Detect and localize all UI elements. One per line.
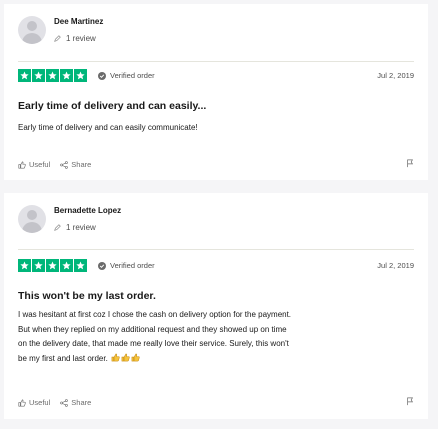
star-icon: [60, 259, 73, 272]
review-count-text: 1 review: [66, 34, 96, 43]
flag-icon[interactable]: [406, 397, 414, 408]
review-date: Jul 2, 2019: [377, 71, 414, 80]
reviewer-name[interactable]: Bernadette Lopez: [54, 205, 121, 216]
verified-badge[interactable]: Verified order: [98, 71, 155, 80]
thumbs-up-icon: [121, 353, 130, 361]
star-icon: [18, 69, 31, 82]
review-actions: Useful Share: [18, 159, 414, 170]
review-title[interactable]: This won't be my last order.: [18, 290, 156, 302]
thumbs-up-icon: [131, 353, 140, 361]
review-text: Early time of delivery and can easily co…: [18, 123, 198, 132]
rating-row: Verified order Jul 2, 2019: [18, 69, 414, 82]
star-icon: [74, 259, 87, 272]
verified-label: Verified order: [110, 71, 155, 80]
thumbs-up-icon: [18, 398, 26, 407]
review-title[interactable]: Early time of delivery and can easily...: [18, 100, 206, 112]
review-count-text: 1 review: [66, 223, 96, 232]
review-actions: Useful Share: [18, 397, 414, 408]
review-text-line-last: be my first and last order.: [18, 352, 414, 367]
verified-badge[interactable]: Verified order: [98, 261, 155, 270]
review-text-line: I was hesitant at first coz I chose the …: [18, 310, 292, 319]
share-label: Share: [71, 398, 92, 407]
pencil-icon: [54, 35, 61, 42]
divider: [18, 249, 414, 250]
review-card: Dee Martinez 1 review Verified order Jul…: [4, 4, 428, 180]
share-button[interactable]: Share: [60, 160, 91, 169]
review-card: Bernadette Lopez 1 review Verified order…: [4, 193, 428, 419]
thumbs-up-icon: [18, 160, 26, 169]
rating-row: Verified order Jul 2, 2019: [18, 259, 414, 272]
divider: [18, 61, 414, 62]
thumbs-up-icon: [111, 353, 120, 361]
star-icon: [74, 69, 87, 82]
useful-button[interactable]: Useful: [18, 160, 50, 169]
star-icon: [46, 69, 59, 82]
review-text-line: on the delivery date, that made me reall…: [18, 339, 289, 348]
reviewer-info: Bernadette Lopez 1 review: [18, 205, 121, 233]
star-icon: [18, 259, 31, 272]
avatar[interactable]: [18, 16, 46, 44]
useful-label: Useful: [29, 398, 51, 407]
checkmark-icon: [98, 71, 106, 80]
checkmark-icon: [98, 261, 106, 270]
verified-label: Verified order: [110, 261, 155, 270]
star-rating: [18, 69, 88, 82]
star-icon: [32, 259, 45, 272]
avatar[interactable]: [18, 205, 46, 233]
share-icon: [60, 398, 69, 407]
useful-label: Useful: [29, 160, 51, 169]
share-label: Share: [71, 160, 92, 169]
star-icon: [60, 69, 73, 82]
review-date: Jul 2, 2019: [377, 261, 414, 270]
useful-button[interactable]: Useful: [18, 398, 50, 407]
star-rating: [18, 259, 88, 272]
flag-icon[interactable]: [406, 159, 414, 170]
star-icon: [32, 69, 45, 82]
share-button[interactable]: Share: [60, 398, 91, 407]
reviewer-info: Dee Martinez 1 review: [18, 16, 103, 44]
star-icon: [46, 259, 59, 272]
review-count: 1 review: [54, 222, 121, 233]
pencil-icon: [54, 224, 61, 231]
reviewer-name[interactable]: Dee Martinez: [54, 16, 103, 27]
review-text: I was hesitant at first coz I chose the …: [18, 308, 414, 366]
review-count: 1 review: [54, 33, 103, 44]
share-icon: [60, 160, 69, 169]
review-text-line: But when they replied on my additional r…: [18, 324, 287, 334]
